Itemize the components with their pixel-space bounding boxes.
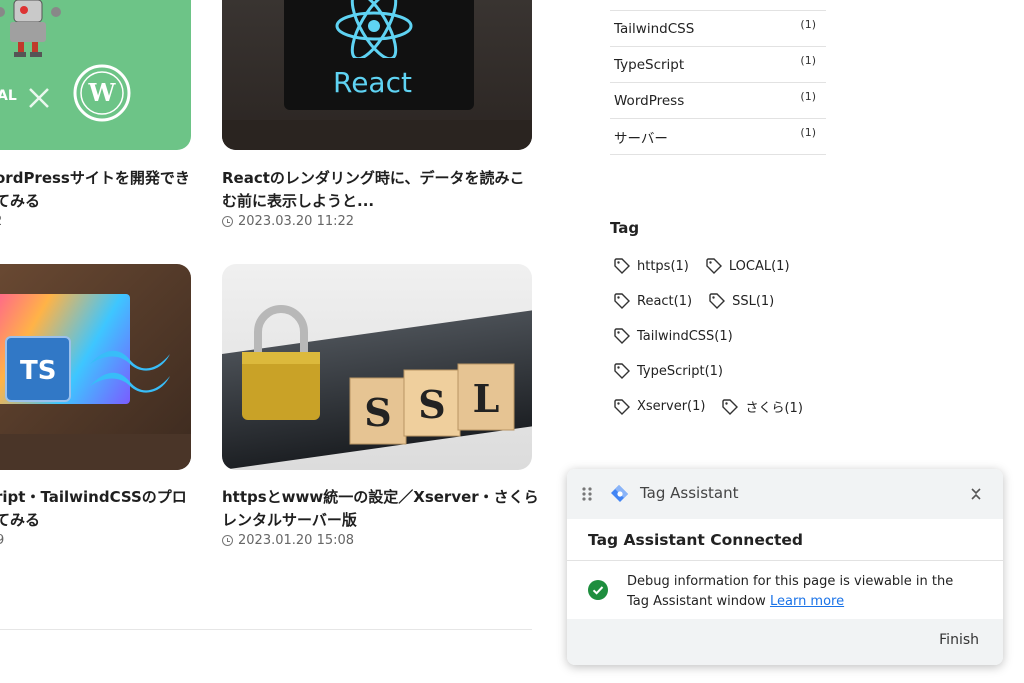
debug-message: Debug information for this page is viewa… [627, 572, 977, 612]
category-label: WordPress [614, 92, 685, 109]
svg-text:S: S [364, 390, 391, 435]
tag-icon [614, 398, 630, 415]
category-item[interactable]: TypeScript (1) [610, 47, 826, 83]
tag-icon [614, 363, 630, 379]
desk [222, 120, 532, 150]
tag-icon [614, 293, 630, 309]
react-image-text: React [333, 66, 412, 99]
category-label: サーバー [614, 130, 668, 147]
learn-more-link[interactable]: Learn more [770, 594, 844, 609]
wordpress-logo-icon: W [73, 64, 131, 122]
tag-assistant-footer: Finish [567, 619, 1003, 665]
category-item[interactable]: WordPress (1) [610, 83, 826, 119]
connection-status-heading: Tag Assistant Connected [567, 519, 1003, 561]
tag-heading: Tag [610, 219, 640, 237]
tag-link[interactable]: SSL(1) [708, 292, 774, 310]
tag-link[interactable]: React(1) [613, 292, 692, 310]
tag-icon [709, 293, 726, 309]
card-title[interactable]: ordPressサイトを開発でき てみる [0, 167, 190, 213]
clock-icon [222, 535, 233, 546]
tag-icon [722, 398, 739, 415]
tag-link[interactable]: TypeScript(1) [613, 362, 723, 380]
tag-link[interactable]: Xserver(1) [613, 397, 705, 416]
category-count: (1) [800, 54, 816, 67]
tag-assistant-panel: Tag Assistant Tag Assistant Connected De… [567, 469, 1003, 665]
card-image-wordpress[interactable]: AL W [0, 0, 191, 150]
clock-icon [222, 216, 233, 227]
cross-icon [29, 88, 49, 108]
card-title[interactable]: Reactのレンダリング時に、データを読みこ む前に表示しようと... [222, 167, 524, 213]
card-image-react[interactable]: React [222, 0, 532, 150]
tag-assistant-title: Tag Assistant [640, 484, 739, 502]
svg-text:S: S [418, 382, 445, 427]
card-image-typescript[interactable]: TS [0, 264, 191, 470]
ts-logo-text: TS [20, 356, 57, 386]
card-date: 2 [0, 214, 2, 229]
category-label: TypeScript [614, 56, 685, 73]
category-label: TailwindCSS [614, 20, 695, 37]
typescript-logo-icon: TS [5, 336, 71, 402]
collapse-icon[interactable] [969, 485, 983, 503]
react-logo-icon [335, 0, 413, 58]
svg-text:W: W [88, 78, 117, 107]
card-date: 9 [0, 533, 5, 548]
tailwind-logo-icon [90, 350, 170, 393]
category-item[interactable]: サーバー (1) [610, 119, 826, 155]
card-image-ssl[interactable]: S S L [222, 264, 532, 470]
tag-icon [706, 258, 722, 274]
tag-assistant-message: Debug information for this page is viewa… [567, 561, 1003, 619]
section-divider [0, 629, 532, 630]
card-title[interactable]: ript・TailwindCSSのプロ てみる [0, 486, 187, 532]
tag-icon [614, 258, 630, 274]
tag-assistant-header: Tag Assistant [567, 469, 1003, 519]
check-circle-icon [588, 580, 608, 600]
tag-link[interactable]: LOCAL(1) [705, 257, 790, 275]
tag-assistant-logo-icon [611, 485, 628, 502]
card-date: 2023.03.20 11:22 [222, 214, 354, 229]
tag-row: Xserver(1) さくら(1) [613, 397, 803, 416]
ssl-blocks: S S L [349, 363, 515, 445]
finish-button[interactable]: Finish [939, 632, 979, 648]
tag-icon [614, 328, 630, 344]
tag-link[interactable]: https(1) [613, 257, 689, 275]
tag-row: https(1) LOCAL(1) [613, 257, 790, 275]
drag-handle-icon[interactable] [581, 486, 593, 502]
card1-image-text: AL [0, 88, 17, 104]
tag-link[interactable]: TailwindCSS(1) [613, 327, 733, 345]
tag-row: TypeScript(1) [613, 362, 723, 380]
category-count: (1) [800, 126, 816, 139]
tag-link[interactable]: さくら(1) [721, 397, 803, 416]
svg-text:L: L [473, 376, 500, 421]
category-item[interactable]: TailwindCSS (1) [610, 11, 826, 47]
card-title[interactable]: httpsとwww統一の設定／Xserver・さくら レンタルサーバー版 [222, 486, 539, 532]
category-list: TailwindCSS (1) TypeScript (1) WordPress… [610, 10, 826, 155]
tag-row: TailwindCSS(1) [613, 327, 733, 345]
category-count: (1) [800, 90, 816, 103]
tag-row: React(1) SSL(1) [613, 292, 774, 310]
category-count: (1) [800, 18, 816, 31]
desk [0, 434, 191, 470]
card-date: 2023.01.20 15:08 [222, 533, 354, 548]
padlock-icon [242, 305, 320, 420]
